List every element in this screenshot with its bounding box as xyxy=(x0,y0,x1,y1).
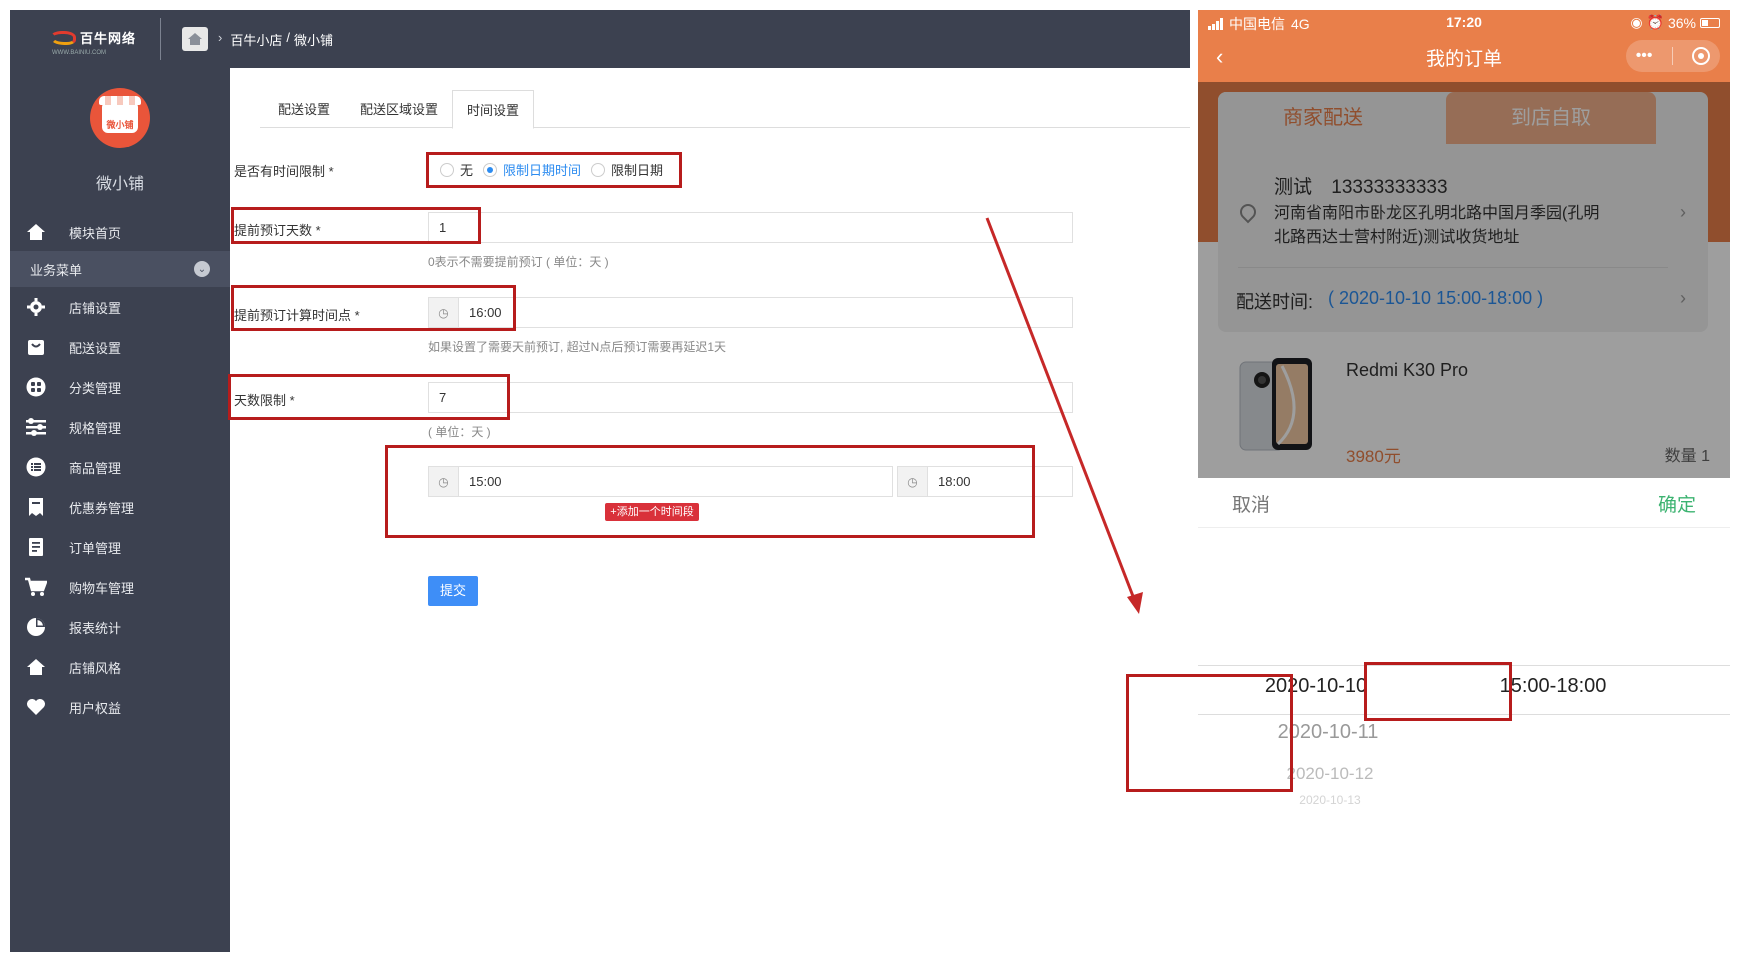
home-icon xyxy=(25,221,47,243)
sidebar-item-category[interactable]: 分类管理 xyxy=(10,368,230,406)
sidebar-item-label: 用户权益 xyxy=(69,700,122,716)
pie-icon xyxy=(25,616,47,638)
gear-icon xyxy=(25,296,47,318)
receipt-icon xyxy=(25,536,47,558)
close-target-icon[interactable] xyxy=(1692,47,1711,65)
topbar-divider xyxy=(160,18,161,60)
battery-icon xyxy=(1700,17,1720,28)
coupon-icon xyxy=(25,496,47,518)
sidebar-item-shop-settings[interactable]: 店铺设置 xyxy=(10,288,230,326)
highlight-box xyxy=(1126,674,1293,792)
phone-header: 中国电信 4G 17:20 ◉ ⏰ 36% ‹ 我的订单 ••• xyxy=(1198,10,1730,82)
admin-topbar: 百牛网络 WWW.BAINIU.COM › 百牛小店 / 微小铺 xyxy=(10,10,1190,68)
battery-percent: 36% xyxy=(1667,14,1696,31)
tab-time-settings[interactable]: 时间设置 xyxy=(452,90,535,129)
bag-icon xyxy=(25,336,47,358)
advance-days-input[interactable]: 1 xyxy=(428,212,1073,243)
sidebar-item-label: 分类管理 xyxy=(69,380,122,396)
list-icon xyxy=(25,456,47,478)
sidebar-item-label: 店铺设置 xyxy=(69,300,122,316)
modal-overlay[interactable] xyxy=(1198,82,1730,478)
submit-button[interactable]: 提交 xyxy=(428,576,478,606)
shop-avatar: 微小铺 xyxy=(90,88,150,148)
sidebar-item-coupon[interactable]: 优惠券管理 xyxy=(10,488,230,526)
sidebar-item-label: 优惠券管理 xyxy=(69,500,135,516)
highlight-box xyxy=(426,152,682,188)
phone-screen: 中国电信 4G 17:20 ◉ ⏰ 36% ‹ 我的订单 ••• 商家配送 到店… xyxy=(1198,10,1730,952)
sidebar-item-spec[interactable]: 规格管理 xyxy=(10,408,230,446)
sliders-icon xyxy=(25,416,47,438)
time-limit-label: 是否有时间限制 * xyxy=(234,164,334,179)
breadcrumb-home-icon[interactable] xyxy=(182,27,208,51)
sidebar-item-product[interactable]: 商品管理 xyxy=(10,448,230,486)
sidebar-item-cart[interactable]: 购物车管理 xyxy=(10,568,230,606)
highlight-box xyxy=(228,374,510,420)
sidebar-item-order[interactable]: 订单管理 xyxy=(10,528,230,566)
cart-icon xyxy=(25,576,47,598)
sidebar-item-label: 配送设置 xyxy=(69,340,122,356)
avatar-label: 微小铺 xyxy=(106,120,134,130)
home-icon xyxy=(25,656,47,678)
more-dots-icon[interactable]: ••• xyxy=(1636,47,1653,65)
sidebar-item-label: 商品管理 xyxy=(69,460,122,476)
screenshot-root: 百牛网络 WWW.BAINIU.COM › 百牛小店 / 微小铺 微小铺 微小铺… xyxy=(0,0,1738,962)
shop-name: 微小铺 xyxy=(95,176,144,193)
settings-tabs: 配送设置 配送区域设置 时间设置 xyxy=(260,90,1190,129)
alarm-icon: ⏰ xyxy=(1646,14,1664,30)
breadcrumb: › 百牛小店 / 微小铺 xyxy=(218,30,333,49)
sidebar-item-label: 店铺风格 xyxy=(69,660,122,676)
miniapp-capsule: ••• xyxy=(1626,40,1720,72)
picker-header: 取消 确定 xyxy=(1198,478,1730,528)
sidebar: 微小铺 微小铺 模块首页 业务菜单 ⌄ 店铺设置 配送设置 分类管理 规格管理 xyxy=(10,68,230,952)
sidebar-item-label: 购物车管理 xyxy=(69,580,135,596)
shop-store-icon: 微小铺 xyxy=(99,96,141,133)
breadcrumb-chevron-icon: › xyxy=(218,30,223,45)
sidebar-item-label: 规格管理 xyxy=(69,420,122,436)
sidebar-item-user-rights[interactable]: 用户权益 xyxy=(10,688,230,726)
breadcrumb-item[interactable]: 百牛小店 xyxy=(230,30,282,49)
tab-delivery-area[interactable]: 配送区域设置 xyxy=(360,90,438,128)
sidebar-item-label: 订单管理 xyxy=(69,540,122,556)
status-bar: 中国电信 4G 17:20 ◉ ⏰ 36% xyxy=(1198,14,1730,32)
sidebar-item-label: 模块首页 xyxy=(69,225,122,241)
logo-swirl-icon xyxy=(50,29,76,47)
highlight-box xyxy=(231,285,516,331)
logo-text: 百牛网络 xyxy=(80,31,137,46)
picker-date-option[interactable]: 2020-10-13 xyxy=(1270,793,1390,807)
sidebar-item-delivery-settings[interactable]: 配送设置 xyxy=(10,328,230,366)
day-limit-help: ( 单位：天 ) xyxy=(428,425,491,439)
breadcrumb-item[interactable]: 微小铺 xyxy=(294,30,333,49)
confirm-button[interactable]: 确定 xyxy=(1658,490,1696,517)
cancel-button[interactable]: 取消 xyxy=(1232,490,1270,517)
logo-subtext: WWW.BAINIU.COM xyxy=(52,50,106,56)
sidebar-item-label: 报表统计 xyxy=(69,620,122,636)
chevron-down-icon[interactable]: ⌄ xyxy=(194,261,210,277)
advance-time-help: 如果设置了需要天前预订, 超过N点后预订需要再延迟1天 xyxy=(428,340,727,354)
day-limit-input[interactable]: 7 xyxy=(428,382,1073,413)
lock-rotation-icon: ◉ xyxy=(1630,14,1643,30)
highlight-box xyxy=(385,445,1035,538)
breadcrumb-separator: / xyxy=(286,30,290,45)
highlight-box xyxy=(1364,662,1512,721)
sidebar-item-style[interactable]: 店铺风格 xyxy=(10,648,230,686)
heart-icon xyxy=(25,696,47,718)
sidebar-group-business[interactable]: 业务菜单 ⌄ xyxy=(10,251,230,287)
highlight-box xyxy=(231,207,481,244)
grid-icon xyxy=(25,376,47,398)
sidebar-item-home[interactable]: 模块首页 xyxy=(10,213,230,251)
sidebar-group-label: 业务菜单 xyxy=(30,262,83,278)
advance-days-help: 0表示不需要提前预订 ( 单位：天 ) xyxy=(428,255,609,269)
advance-time-input[interactable]: ◷ 16:00 xyxy=(428,297,1073,328)
tab-delivery-settings[interactable]: 配送设置 xyxy=(278,90,330,128)
sidebar-item-report[interactable]: 报表统计 xyxy=(10,608,230,646)
brand-logo[interactable]: 百牛网络 xyxy=(50,28,136,47)
